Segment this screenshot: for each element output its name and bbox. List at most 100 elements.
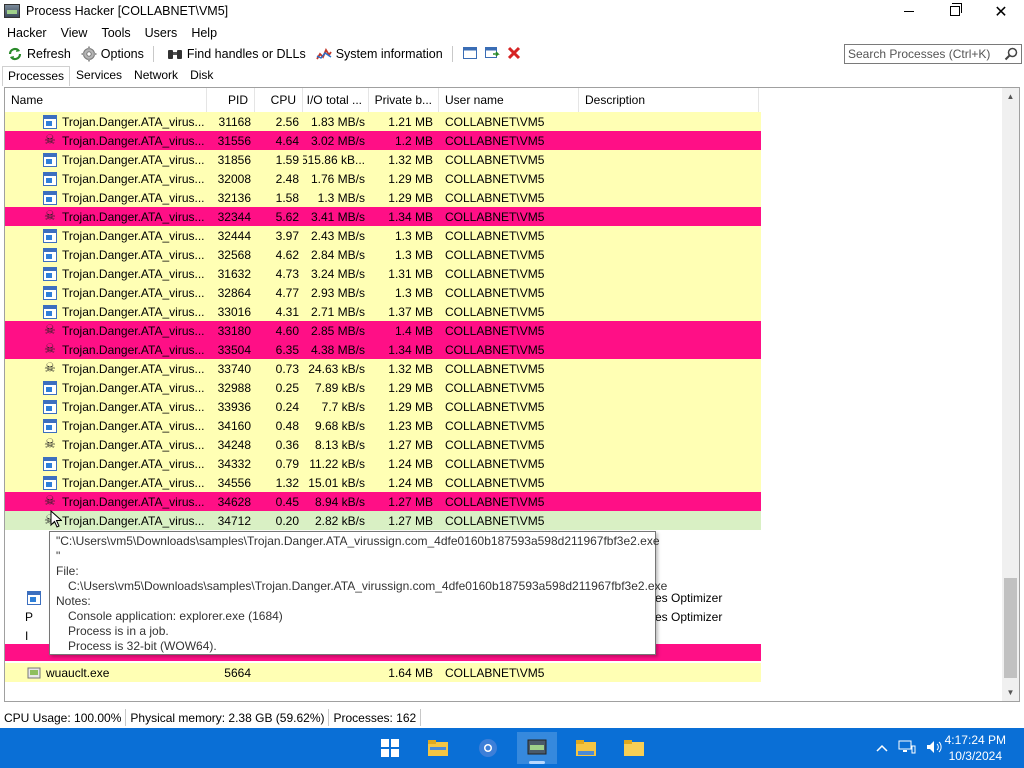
column-user-name[interactable]: User name (439, 88, 579, 112)
options-button[interactable]: Options (78, 44, 147, 64)
find-window-and-thread-button[interactable] (481, 44, 503, 64)
table-row[interactable]: Trojan.Danger.ATA_virus... 32136 1.58 1.3 M… (5, 188, 761, 207)
io-cell: 1.76 MB/s (310, 171, 365, 186)
tab-network[interactable]: Network (128, 65, 184, 86)
column-description[interactable]: Description (579, 88, 759, 112)
scroll-up-arrow-icon[interactable]: ▲ (1002, 88, 1019, 105)
menu-hacker[interactable]: Hacker (0, 26, 54, 40)
table-row[interactable]: ☠ Trojan.Danger.ATA_virus... 34712 0.20 2.82… (5, 511, 761, 530)
menu-users[interactable]: Users (138, 26, 185, 40)
maximize-button[interactable] (932, 0, 978, 22)
process-hacker-taskbar-button[interactable] (517, 732, 557, 764)
process-name-cell: Trojan.Danger.ATA_virus... (5, 378, 207, 397)
io-cell: 1.3 MB/s (317, 190, 365, 205)
cpu-cell: 0.20 (275, 513, 299, 528)
system-information-label: System information (335, 47, 443, 61)
table-row[interactable]: ☠ Trojan.Danger.ATA_virus... 34248 0.36 8.13… (5, 435, 761, 454)
binoculars-icon (167, 46, 183, 62)
system-information-button[interactable]: System information (313, 44, 446, 64)
partial-description: es Optimizer (655, 591, 723, 605)
tooltip-command-line: "C:\Users\vm5\Downloads\samples\Trojan.D… (56, 534, 660, 548)
io-cell: 7.89 kB/s (314, 380, 365, 395)
process-name: Trojan.Danger.ATA_virus... (62, 247, 205, 262)
browser-taskbar-button[interactable] (468, 732, 508, 764)
io-cell: 4.38 MB/s (310, 342, 365, 357)
table-row[interactable]: ☠ Trojan.Danger.ATA_virus... 31556 4.64 3.02… (5, 131, 761, 150)
io-cell: 1.83 MB/s (310, 114, 365, 129)
column-name[interactable]: Name (5, 88, 207, 112)
terminate-process-button[interactable] (503, 44, 525, 64)
cpu-cell: 0.48 (275, 418, 299, 433)
menu-tools[interactable]: Tools (94, 26, 137, 40)
table-row[interactable]: wuauclt.exe 5664 1.64 MB COLLABNET\VM5 (5, 663, 761, 682)
private-bytes-cell: 1.32 MB (388, 361, 433, 376)
menu-help[interactable]: Help (184, 26, 224, 40)
tab-disk[interactable]: Disk (184, 65, 219, 86)
process-name: Trojan.Danger.ATA_virus... (62, 152, 205, 167)
table-row[interactable]: Trojan.Danger.ATA_virus... 32444 3.97 2.43 … (5, 226, 761, 245)
vertical-scrollbar[interactable]: ▲ ▼ (1002, 88, 1019, 701)
column-pid[interactable]: PID (207, 88, 255, 112)
table-row[interactable]: Trojan.Danger.ATA_virus... 32008 2.48 1.76 … (5, 169, 761, 188)
folder-icon (624, 740, 644, 756)
column-private-bytes[interactable]: Private b... (369, 88, 439, 112)
window-icon (43, 380, 57, 395)
column-cpu[interactable]: CPU (255, 88, 303, 112)
tab-processes[interactable]: Processes (2, 66, 71, 86)
private-bytes-cell: 1.27 MB (388, 437, 433, 452)
user-name-cell: COLLABNET\VM5 (445, 437, 545, 452)
column-io-total[interactable]: I/O total ... (303, 88, 369, 112)
table-row[interactable]: ☠ Trojan.Danger.ATA_virus... 32344 5.62 3.41… (5, 207, 761, 226)
private-bytes-cell: 1.23 MB (388, 418, 433, 433)
cpu-cell: 5.62 (275, 209, 299, 224)
table-row[interactable]: Trojan.Danger.ATA_virus... 32568 4.62 2.84 … (5, 245, 761, 264)
table-row[interactable]: ☠ Trojan.Danger.ATA_virus... 33180 4.60 2.85… (5, 321, 761, 340)
clock-time: 4:17:24 PM (944, 733, 1006, 747)
table-row[interactable]: ☠ Trojan.Danger.ATA_virus... 33740 0.73 24.6… (5, 359, 761, 378)
file-explorer-taskbar-button[interactable] (418, 732, 458, 764)
user-name-cell: COLLABNET\VM5 (445, 513, 545, 528)
column-header: Name PID CPU I/O total ... Private b... … (5, 88, 759, 112)
scroll-down-arrow-icon[interactable]: ▼ (1002, 684, 1019, 701)
volume-icon[interactable] (926, 740, 944, 757)
tab-services[interactable]: Services (70, 65, 128, 86)
user-name-cell: COLLABNET\VM5 (445, 494, 545, 509)
taskbar-clock[interactable]: 4:17:24 PM 10/3/2024 (945, 732, 1006, 764)
close-button[interactable]: ✕ (978, 0, 1024, 22)
minimize-button[interactable] (886, 0, 932, 22)
table-row[interactable]: Trojan.Danger.ATA_virus... 33016 4.31 2.71 … (5, 302, 761, 321)
window-icon (43, 228, 57, 243)
description-cell (579, 492, 759, 511)
table-row[interactable]: Trojan.Danger.ATA_virus... 33936 0.24 7.7 k… (5, 397, 761, 416)
table-row[interactable]: Trojan.Danger.ATA_virus... 32864 4.77 2.93 … (5, 283, 761, 302)
pid-cell: 32988 (217, 380, 251, 395)
table-row[interactable]: Trojan.Danger.ATA_virus... 31632 4.73 3.24 … (5, 264, 761, 283)
table-row[interactable]: ☠ Trojan.Danger.ATA_virus... 33504 6.35 4.38… (5, 340, 761, 359)
folder-taskbar-button[interactable] (566, 732, 606, 764)
table-row[interactable]: Trojan.Danger.ATA_virus... 34160 0.48 9.68 … (5, 416, 761, 435)
process-name: Trojan.Danger.ATA_virus... (62, 494, 205, 509)
menu-view[interactable]: View (54, 26, 95, 40)
process-name: Trojan.Danger.ATA_virus... (62, 133, 205, 148)
clock-date: 10/3/2024 (948, 749, 1002, 763)
io-cell: 3.24 MB/s (310, 266, 365, 281)
scrollbar-thumb[interactable] (1004, 578, 1017, 678)
find-handles-button[interactable]: Find handles or DLLs (164, 44, 309, 64)
table-row[interactable]: ☠ Trojan.Danger.ATA_virus... 34628 0.45 8.94… (5, 492, 761, 511)
refresh-button[interactable]: Refresh (4, 44, 74, 64)
network-icon[interactable] (898, 740, 916, 757)
folder-taskbar-button-2[interactable] (614, 732, 654, 764)
search-processes-input[interactable]: Search Processes (Ctrl+K) (844, 44, 1022, 64)
description-cell (579, 435, 759, 454)
chevron-up-icon[interactable] (876, 741, 888, 755)
table-row[interactable]: Trojan.Danger.ATA_virus... 34556 1.32 15.01… (5, 473, 761, 492)
table-row[interactable]: Trojan.Danger.ATA_virus... 31856 1.59 515.8… (5, 150, 761, 169)
table-row[interactable]: Trojan.Danger.ATA_virus... 32988 0.25 7.89 … (5, 378, 761, 397)
io-cell: 24.63 kB/s (308, 361, 365, 376)
start-button[interactable] (370, 732, 410, 764)
process-name-cell: ☠ Trojan.Danger.ATA_virus... (5, 511, 207, 530)
table-row[interactable]: Trojan.Danger.ATA_virus... 34332 0.79 11.22… (5, 454, 761, 473)
find-window-button[interactable] (459, 44, 481, 64)
table-row[interactable]: Trojan.Danger.ATA_virus... 31168 2.56 1.83 … (5, 112, 761, 131)
description-cell (579, 511, 759, 530)
